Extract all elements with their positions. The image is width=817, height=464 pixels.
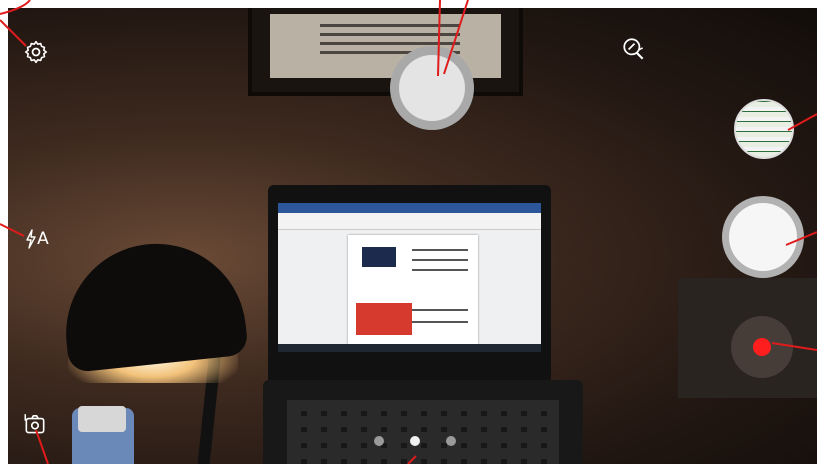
mode-indicator bbox=[374, 434, 464, 448]
mode-dot[interactable] bbox=[446, 436, 456, 446]
hdr-toggle-button[interactable] bbox=[619, 34, 649, 64]
flash-icon bbox=[26, 229, 36, 249]
settings-button[interactable] bbox=[22, 38, 50, 66]
shutter-icon bbox=[399, 55, 465, 121]
mode-dot[interactable] bbox=[374, 436, 384, 446]
bottle-cap bbox=[78, 406, 126, 432]
shutter-icon bbox=[729, 203, 797, 271]
flash-button[interactable]: A bbox=[22, 226, 52, 252]
photo-shutter-button[interactable] bbox=[390, 46, 474, 130]
switch-camera-icon bbox=[24, 414, 45, 434]
desk-lamp bbox=[57, 234, 249, 374]
flash-mode-label: A bbox=[37, 229, 49, 249]
record-icon bbox=[753, 338, 771, 356]
switch-camera-button[interactable] bbox=[21, 411, 49, 439]
laptop-keyboard bbox=[263, 380, 583, 464]
wall-frame bbox=[248, 8, 523, 96]
mode-dot-active[interactable] bbox=[410, 436, 420, 446]
video-record-button[interactable] bbox=[731, 316, 793, 378]
hdr-icon bbox=[623, 38, 644, 60]
laptop bbox=[268, 185, 551, 380]
capture-button[interactable] bbox=[722, 196, 804, 278]
gallery-thumbnail[interactable] bbox=[734, 99, 794, 159]
gear-icon bbox=[24, 40, 48, 64]
